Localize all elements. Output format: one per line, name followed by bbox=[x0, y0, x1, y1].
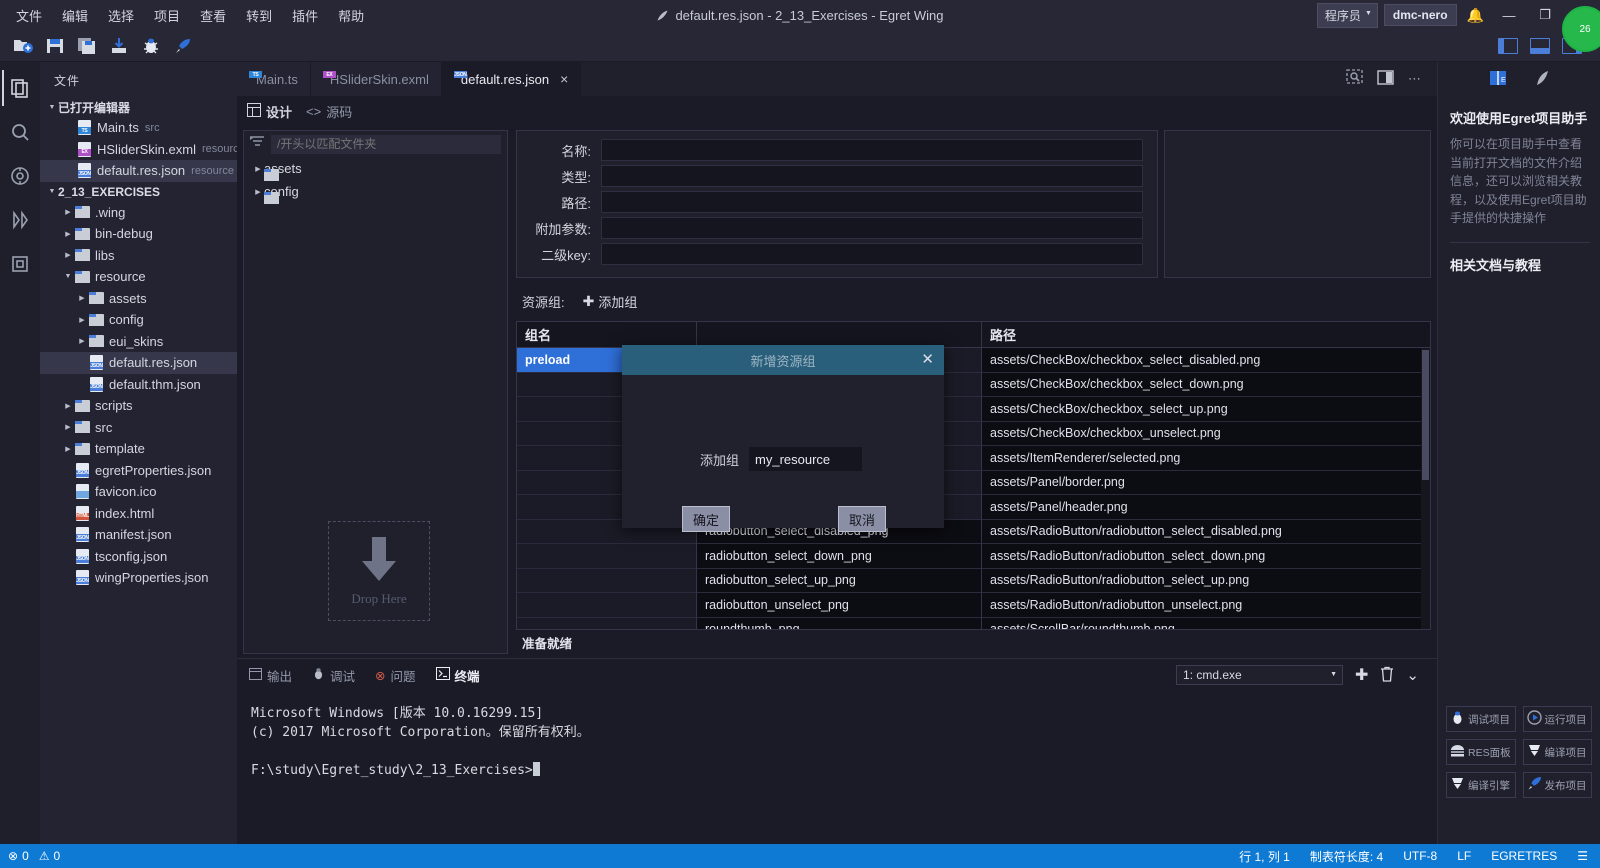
dialog-cancel-button[interactable]: 取消 bbox=[838, 506, 886, 532]
new-resource-group-dialog: 新增资源组 ✕ 添加组 确定 取消 bbox=[622, 345, 944, 532]
maximize-button[interactable]: ❐ bbox=[1530, 1, 1560, 29]
dialog-body: 添加组 确定 取消 bbox=[622, 375, 944, 532]
update-badge-count: 26 bbox=[1579, 23, 1591, 35]
modal-overlay: 新增资源组 ✕ 添加组 确定 取消 bbox=[0, 0, 1600, 868]
status-tab-size[interactable]: 制表符长度: 4 bbox=[1308, 848, 1385, 865]
error-icon: ⊗ bbox=[8, 849, 19, 863]
close-icon[interactable]: ✕ bbox=[921, 350, 934, 368]
warning-icon: ⚠ bbox=[38, 849, 50, 863]
status-language-mode[interactable]: EGRETRES bbox=[1489, 849, 1559, 863]
app-window: 文件 编辑 选择 项目 查看 转到 插件 帮助 default.res.json… bbox=[0, 0, 1600, 868]
status-problems[interactable]: ⊗ 0 ⚠ 0 bbox=[0, 849, 60, 863]
group-name-input[interactable] bbox=[749, 447, 863, 471]
status-bar: ⊗ 0 ⚠ 0 行 1, 列 1 制表符长度: 4 UTF-8 LF EGRET… bbox=[0, 844, 1600, 868]
titlebar-right: 程序员 ▼ dmc-nero 🔔 — ❐ ✕ bbox=[1316, 1, 1600, 29]
notification-bell-icon[interactable]: 🔔 bbox=[1463, 7, 1488, 24]
status-right-group: 行 1, 列 1 制表符长度: 4 UTF-8 LF EGRETRES ☰ bbox=[1237, 848, 1600, 865]
dialog-field-row: 添加组 bbox=[700, 447, 863, 471]
error-count: 0 bbox=[22, 849, 29, 863]
warning-count: 0 bbox=[53, 849, 61, 863]
chevron-down-icon: ▼ bbox=[1364, 9, 1372, 17]
feedback-icon[interactable]: ☰ bbox=[1575, 849, 1590, 863]
dialog-ok-button[interactable]: 确定 bbox=[682, 506, 730, 532]
update-badge[interactable]: 26 bbox=[1562, 6, 1600, 52]
role-selector[interactable]: 程序员 ▼ bbox=[1316, 2, 1378, 28]
status-cursor-position[interactable]: 行 1, 列 1 bbox=[1237, 848, 1292, 865]
minimize-button[interactable]: — bbox=[1494, 1, 1524, 29]
role-selector-label: 程序员 bbox=[1324, 8, 1361, 23]
dialog-header: 新增资源组 ✕ bbox=[622, 345, 944, 375]
status-eol[interactable]: LF bbox=[1455, 849, 1473, 863]
dialog-field-label: 添加组 bbox=[700, 452, 740, 468]
status-encoding[interactable]: UTF-8 bbox=[1401, 849, 1439, 863]
user-chip[interactable]: dmc-nero bbox=[1383, 4, 1457, 26]
dialog-title: 新增资源组 bbox=[750, 353, 816, 369]
